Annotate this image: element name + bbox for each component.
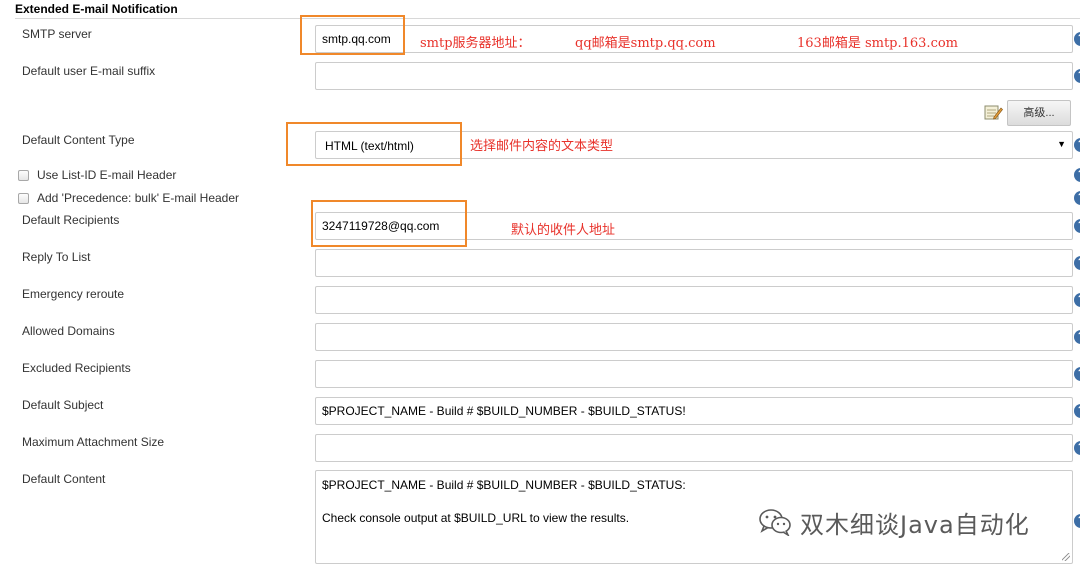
default-content-line-1: $PROJECT_NAME - Build # $BUILD_NUMBER - … (322, 478, 686, 492)
wechat-icon (759, 509, 791, 536)
content-type-annotation: 选择邮件内容的文本类型 (470, 139, 614, 154)
use-list-id-help-icon[interactable]: ? (1074, 168, 1080, 182)
default-content-label: Default Content (22, 472, 106, 486)
default-recipients-label: Default Recipients (22, 213, 120, 227)
default-suffix-help-icon[interactable]: ? (1074, 69, 1080, 83)
chevron-down-icon: ▼ (1057, 139, 1066, 149)
precedence-bulk-label: Add 'Precedence: bulk' E-mail Header (37, 191, 240, 205)
max-attachment-label: Maximum Attachment Size (22, 435, 165, 449)
reply-to-input[interactable] (315, 249, 1073, 277)
max-attachment-input[interactable] (315, 434, 1073, 462)
default-subject-label: Default Subject (22, 398, 104, 412)
recipients-highlight-box (311, 200, 467, 247)
default-subject-input[interactable]: $PROJECT_NAME - Build # $BUILD_NUMBER - … (315, 397, 1073, 425)
max-attachment-help-icon[interactable]: ? (1074, 441, 1080, 455)
watermark: 双木细谈Java自动化 (758, 505, 1030, 539)
allowed-domains-input[interactable] (315, 323, 1073, 351)
default-content-line-2: Check console output at $BUILD_URL to vi… (322, 511, 630, 525)
smtp-server-label: SMTP server (22, 27, 92, 41)
netease-annotation: 163邮箱是 smtp.163.com (797, 36, 959, 51)
emergency-reroute-input[interactable] (315, 286, 1073, 314)
watermark-text: 双木细谈Java自动化 (800, 510, 1030, 539)
content-type-help-icon[interactable]: ? (1074, 138, 1080, 152)
content-type-highlight-box (286, 122, 462, 166)
reply-to-help-icon[interactable]: ? (1074, 256, 1080, 270)
resize-grip-icon[interactable] (1062, 553, 1070, 561)
precedence-bulk-checkbox[interactable] (18, 192, 29, 204)
excluded-recipients-label: Excluded Recipients (22, 361, 131, 375)
emergency-reroute-label: Emergency reroute (22, 287, 125, 301)
precedence-bulk-help-icon[interactable]: ? (1074, 191, 1080, 205)
notepad-icon (984, 105, 1003, 120)
qq-annotation: qq邮箱是smtp.qq.com (575, 36, 716, 51)
precedence-bulk-checkbox-row[interactable]: Add 'Precedence: bulk' E-mail Header (18, 190, 239, 206)
excluded-recipients-help-icon[interactable]: ? (1074, 367, 1080, 381)
content-type-label: Default Content Type (22, 133, 135, 147)
excluded-recipients-input[interactable] (315, 360, 1073, 388)
emergency-reroute-help-icon[interactable]: ? (1074, 293, 1080, 307)
smtp-server-help-icon[interactable]: ? (1074, 32, 1080, 46)
allowed-domains-label: Allowed Domains (22, 324, 115, 338)
allowed-domains-help-icon[interactable]: ? (1074, 330, 1080, 344)
default-content-help-icon[interactable]: ? (1074, 514, 1080, 528)
smtp-annotation: smtp服务器地址： (420, 36, 531, 51)
use-list-id-checkbox[interactable] (18, 169, 29, 181)
default-suffix-label: Default user E-mail suffix (22, 64, 156, 78)
use-list-id-checkbox-row[interactable]: Use List-ID E-mail Header (18, 167, 176, 183)
default-suffix-input[interactable] (315, 62, 1073, 90)
recipients-annotation: 默认的收件人地址 (511, 223, 616, 238)
advanced-button[interactable]: 高级... (1007, 100, 1071, 126)
default-recipients-help-icon[interactable]: ? (1074, 219, 1080, 233)
use-list-id-label: Use List-ID E-mail Header (37, 168, 177, 182)
smtp-highlight-box (300, 15, 405, 55)
default-subject-help-icon[interactable]: ? (1074, 404, 1080, 418)
reply-to-label: Reply To List (22, 250, 91, 264)
section-title: Extended E-mail Notification (15, 2, 178, 16)
section-divider (15, 18, 1080, 19)
